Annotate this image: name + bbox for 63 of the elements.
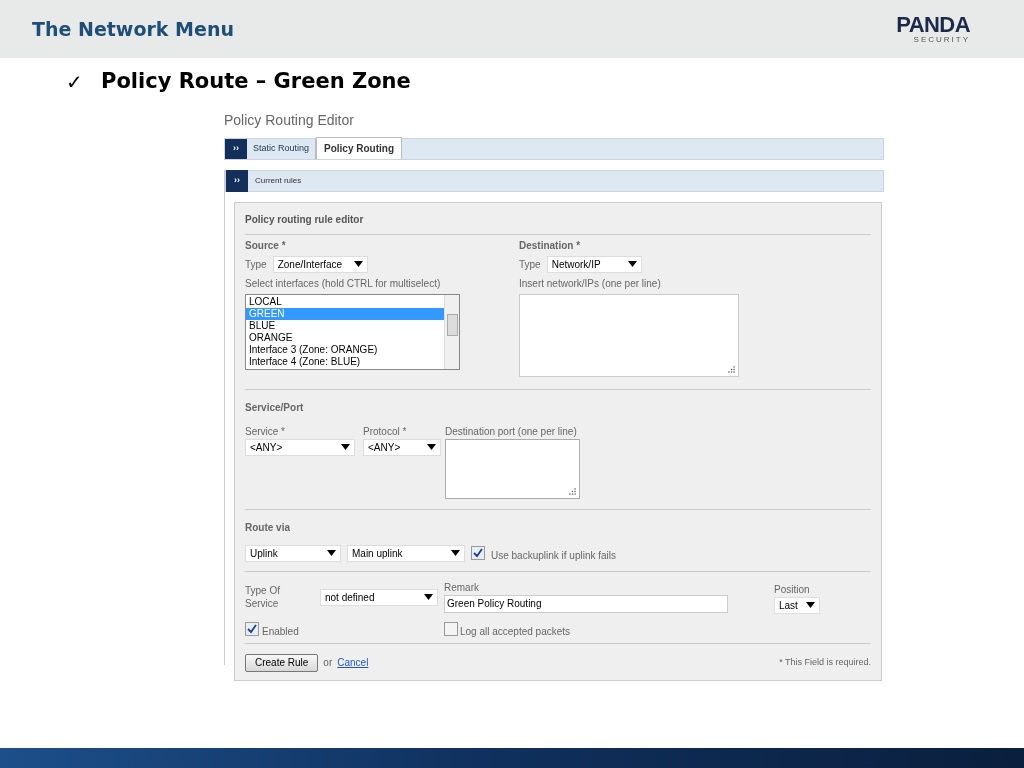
destination-heading: Destination * [519,238,582,253]
listbox-option[interactable]: BLUE [246,319,444,332]
route-heading: Route via [245,520,291,535]
checkbox[interactable] [245,622,259,636]
type-label: Type [519,257,541,272]
uplink-select[interactable]: Main uplink [347,544,465,562]
service-heading: Service/Port [245,400,305,415]
resize-grip-icon [568,486,577,496]
editor-title: Policy Routing Editor [224,110,355,130]
remark-field[interactable]: Green Policy Routing [444,594,728,613]
remark-label: Remark [444,580,480,595]
tos-select[interactable]: not defined [320,588,438,606]
slide-title: The Network Menu [32,16,234,42]
field-label: Protocol * [363,424,408,439]
network-textarea[interactable] [519,293,739,377]
checkbox[interactable] [444,622,458,636]
listbox-option[interactable]: ORANGE [246,331,444,344]
list-label: Insert network/IPs (one per line) [519,276,662,291]
caret-icon [353,261,363,267]
checkbox-label: Use backuplink if uplink fails [491,548,617,563]
position-label: Position [774,582,811,597]
destination-type-select[interactable]: Network/IP [546,255,642,273]
route-type-select[interactable]: Uplink [245,544,341,562]
source-type-select[interactable]: Zone/Interface [272,255,368,273]
protocol-select[interactable]: <ANY> [363,438,441,456]
caret-icon [627,261,637,267]
interface-listbox[interactable]: LOCAL GREEN BLUE ORANGE Interface 3 (Zone: ORANGE) Interface 4 (Zone: BLUE) [245,293,460,370]
field-label: Destination port (one per line) [445,424,578,439]
checkbox[interactable] [471,546,485,560]
list-label: Select interfaces (hold CTRL for multiselect) [245,276,442,291]
section-label: Current rules [255,174,302,187]
checkbox-label: Log all accepted packets [460,624,571,639]
position-select[interactable]: Last [774,596,820,614]
cancel-link[interactable]: Cancel [337,655,369,670]
tab[interactable]: Policy Routing [316,136,403,159]
create-rule-button[interactable]: Create Rule [245,653,319,672]
required-note: * This Field is required. [779,655,871,669]
form-title: Policy routing rule editor [245,211,871,235]
caret-icon [427,444,436,450]
logo-subtitle: SECURITY [913,36,970,44]
service-select[interactable]: <ANY> [245,438,355,456]
port-textarea[interactable] [445,438,580,499]
caret-icon [451,550,460,556]
listbox-option[interactable]: LOCAL [246,295,444,308]
scrollbar[interactable] [444,294,459,369]
resize-grip-icon [727,364,736,374]
caret-icon [424,594,433,600]
section-marker: ›› [226,169,248,192]
or-text: or [323,656,333,670]
slide-heading: Policy Route – Green Zone [101,68,411,95]
logo-text: PANDA [896,14,970,36]
listbox-option[interactable]: Interface 3 (Zone: ORANGE) [246,343,444,356]
source-heading: Source * [245,238,287,253]
listbox-option[interactable]: Interface 4 (Zone: BLUE) [246,355,444,368]
tos-label: Type Of Service [245,583,281,610]
checkbox-label: Enabled [262,624,299,639]
type-label: Type [245,257,267,272]
caret-icon [327,550,336,556]
caret-icon [806,602,815,608]
field-label: Service * [245,424,286,439]
check-bullet: ✓ [66,69,83,95]
tab-marker: ›› [225,138,247,159]
caret-icon [341,444,350,450]
